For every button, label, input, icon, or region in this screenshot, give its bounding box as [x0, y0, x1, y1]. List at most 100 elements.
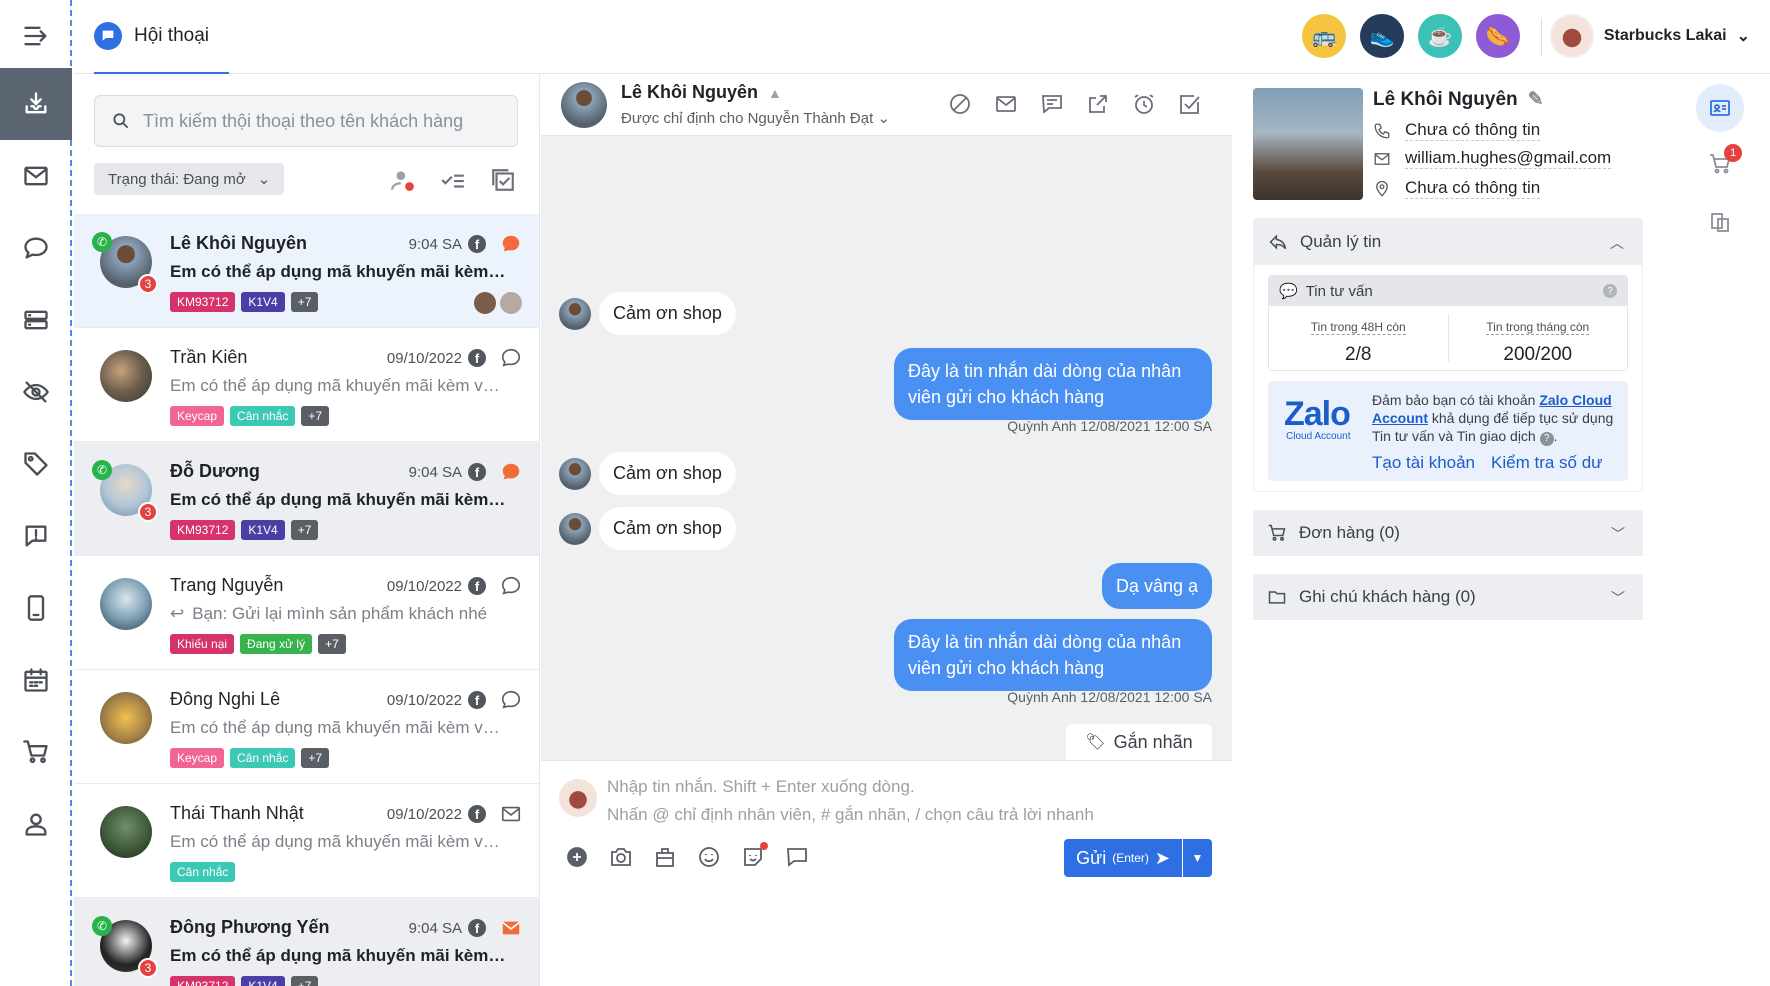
collapse-menu-icon[interactable]: [0, 0, 72, 72]
tag-icon[interactable]: [0, 428, 72, 500]
external-link-icon[interactable]: [1086, 92, 1110, 116]
notes-header[interactable]: Ghi chú khách hàng (0) ﹀: [1253, 574, 1643, 620]
tag-badge[interactable]: +7: [290, 976, 319, 986]
facebook-icon: f: [468, 235, 486, 253]
mobile-icon[interactable]: [0, 572, 72, 644]
camera-icon[interactable]: [609, 845, 633, 869]
tag-badge[interactable]: K1V4: [241, 292, 285, 312]
message-input[interactable]: Nhập tin nhắn. Shift + Enter xuống dòng.: [607, 777, 915, 797]
mail-icon[interactable]: [994, 92, 1018, 116]
message-preview: Em có thể áp dụng mã khuyến mãi kèm với.…: [170, 832, 510, 852]
send-hint: (Enter): [1112, 851, 1149, 865]
mail-icon[interactable]: [0, 140, 72, 212]
tag-badge[interactable]: +7: [318, 634, 346, 654]
message-management-header[interactable]: Quản lý tin ︿: [1254, 219, 1642, 265]
tag-badge[interactable]: +7: [301, 748, 330, 768]
assign-user-icon[interactable]: [389, 166, 417, 194]
sticker-icon[interactable]: [741, 842, 768, 869]
conversation-item[interactable]: ✆ 3 Đông Phương Yến 9:04 SA f Em có thể áp dụ…: [74, 898, 539, 986]
conversation-item[interactable]: ✆ 3 Đỗ Dương 9:04 SA f Em có thể áp dụng mã k…: [74, 442, 539, 556]
tag-badge[interactable]: K1V4: [241, 520, 285, 540]
eye-off-icon[interactable]: [0, 356, 72, 428]
app-shoe-icon[interactable]: 👟: [1360, 14, 1404, 58]
edit-icon[interactable]: ✎: [1528, 88, 1544, 111]
tag-badge[interactable]: +7: [290, 292, 319, 312]
search-box[interactable]: Tìm kiếm thội thoại theo tên khách hàng: [94, 95, 518, 147]
assignee-dropdown[interactable]: Được chỉ định cho Nguyễn Thành Đạt ⌄: [621, 109, 890, 127]
conversation-item[interactable]: Thái Thanh Nhật 09/10/2022 f Em có thể áp d…: [74, 784, 539, 898]
app-bus-icon[interactable]: 🚌: [1302, 14, 1346, 58]
tag-badge[interactable]: K1V4: [241, 976, 285, 986]
check-square-icon[interactable]: [1178, 92, 1202, 116]
search-input[interactable]: Tìm kiếm thội thoại theo tên khách hàng: [143, 111, 463, 132]
calendar-icon[interactable]: [0, 644, 72, 716]
conversation-item[interactable]: ✆ 3 Lê Khôi Nguyên 9:04 SA f Em có thể áp dụn…: [74, 214, 539, 328]
tag-badge[interactable]: Đang xử lý: [240, 634, 313, 654]
quick-reply-icon[interactable]: [785, 845, 809, 869]
unread-badge: 3: [138, 958, 158, 978]
tag-badge[interactable]: +7: [290, 520, 319, 540]
inbox-icon[interactable]: [0, 68, 72, 140]
app-hotdog-icon[interactable]: 🌭: [1476, 14, 1520, 58]
chat-tools: [948, 92, 1202, 116]
facebook-icon: f: [468, 463, 486, 481]
user-icon[interactable]: [0, 788, 72, 860]
tag-list: Keycap Cân nhắc +7: [170, 406, 330, 426]
help-icon[interactable]: ?: [1539, 432, 1554, 446]
orders-header[interactable]: Đơn hàng (0) ﹀: [1253, 510, 1643, 556]
conversation-item[interactable]: Trần Kiên 09/10/2022 f Em có thể áp dụng mã…: [74, 328, 539, 442]
participant-avatar: [500, 292, 522, 314]
account-menu[interactable]: Starbucks Lakai ⌄: [1549, 14, 1750, 58]
conversation-item[interactable]: Trang Nguyễn 09/10/2022 f ↩ Bạn: Gửi lại mìn…: [74, 556, 539, 670]
send-button[interactable]: Gửi (Enter) ➤: [1064, 839, 1182, 877]
message-composer: Nhập tin nhắn. Shift + Enter xuống dòng.…: [541, 760, 1232, 986]
message-preview: Em có thể áp dụng mã khuyến mãi kèm với.…: [170, 262, 510, 282]
report-icon[interactable]: [0, 500, 72, 572]
contact-card-icon[interactable]: [1696, 84, 1744, 132]
conversation-item[interactable]: Đông Nghi Lê 09/10/2022 f Em có thể áp dụng…: [74, 670, 539, 784]
customer-phone[interactable]: Chưa có thông tin: [1405, 120, 1541, 141]
block-icon[interactable]: [948, 92, 972, 116]
tag-badge[interactable]: Keycap: [170, 748, 225, 768]
status-filter[interactable]: Trạng thái: Đang mở ⌄: [94, 163, 285, 195]
contact-name: Trần Kiên: [170, 347, 248, 367]
tag-badge[interactable]: KM93712: [170, 976, 236, 986]
timestamp: 09/10/2022: [386, 806, 462, 823]
contact-name: Đông Phương Yến: [170, 917, 330, 937]
copy-icon[interactable]: [1696, 198, 1744, 246]
customer-email[interactable]: william.hughes@gmail.com: [1405, 148, 1612, 169]
tab-conversations[interactable]: Hội thoại: [94, 0, 229, 74]
help-icon[interactable]: ?: [1603, 284, 1617, 298]
product-icon[interactable]: [653, 845, 677, 869]
create-account-link[interactable]: Tạo tài khoản: [1372, 453, 1475, 473]
tag-badge[interactable]: Khiếu nại: [170, 634, 235, 654]
chevron-down-icon: ⌄: [257, 171, 271, 188]
emoji-icon[interactable]: [697, 845, 721, 869]
customer-address[interactable]: Chưa có thông tin: [1405, 178, 1541, 199]
tag-badge[interactable]: Cân nhắc: [230, 406, 296, 426]
check-balance-link[interactable]: Kiểm tra số dư: [1491, 453, 1603, 473]
message-channel-icon: [500, 461, 522, 483]
send-options-dropdown[interactable]: ▼: [1182, 839, 1212, 877]
cart-icon[interactable]: [0, 716, 72, 788]
app-cup-icon[interactable]: ☕: [1418, 14, 1462, 58]
checklist-icon[interactable]: [439, 166, 467, 194]
customer-email-row: william.hughes@gmail.com: [1373, 148, 1612, 169]
message-bubble: Cảm ơn shop: [599, 452, 736, 495]
chat-bubble-icon[interactable]: [0, 212, 72, 284]
cart-icon[interactable]: 1: [1696, 140, 1744, 188]
select-all-icon[interactable]: [489, 166, 517, 194]
preview-text: Em có thể áp dụng mã khuyến mãi kèm với.…: [170, 832, 510, 851]
tag-badge[interactable]: KM93712: [170, 520, 236, 540]
tag-badge[interactable]: KM93712: [170, 292, 236, 312]
tag-badge[interactable]: +7: [301, 406, 330, 426]
server-icon[interactable]: [0, 284, 72, 356]
plus-icon[interactable]: [565, 845, 589, 869]
tag-badge[interactable]: Cân nhắc: [230, 748, 296, 768]
message-channel-icon: [500, 689, 522, 711]
tag-badge[interactable]: Keycap: [170, 406, 225, 426]
alarm-icon[interactable]: [1132, 92, 1156, 116]
comment-icon[interactable]: [1040, 92, 1064, 116]
add-label-button[interactable]: 🏷 Gắn nhãn: [1066, 724, 1212, 760]
tag-badge[interactable]: Cân nhắc: [170, 862, 236, 882]
